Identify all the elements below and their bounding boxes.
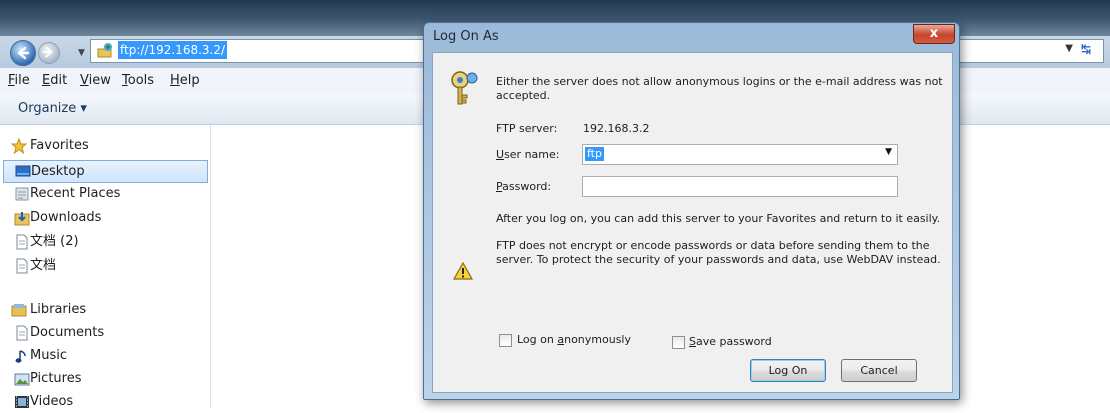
downloads-icon — [14, 212, 30, 226]
message-line-1: Either the server does not allow anonymo… — [496, 75, 943, 88]
dialog-title: Log On As — [433, 29, 499, 44]
warning-icon — [453, 262, 473, 280]
nav-recent-places-label: Recent Places — [30, 186, 121, 201]
nav-doc-2[interactable]: 文档 (2) — [0, 231, 208, 253]
anonymous-label-post: nonymously — [564, 333, 631, 346]
warning-line-2: server. To protect the security of your … — [496, 253, 941, 266]
refresh-icon[interactable]: ↹ — [1081, 42, 1099, 58]
nav-desktop-label: Desktop — [31, 164, 85, 179]
menu-view-label: iew — [88, 73, 111, 88]
menu-view[interactable]: View — [80, 73, 111, 88]
close-icon: x — [929, 26, 939, 41]
ftp-server-value: 192.168.3.2 — [583, 122, 650, 135]
address-text[interactable]: ftp://192.168.3.2/ — [118, 41, 228, 59]
back-arrow-icon — [17, 46, 30, 60]
menu-edit-label: dit — [50, 73, 68, 88]
navigation-pane: Favorites Desktop Recent Places Download… — [0, 125, 211, 409]
menu-help[interactable]: Help — [170, 73, 200, 88]
info-text: After you log on, you can add this serve… — [496, 212, 941, 225]
organize-button[interactable]: Organize ▾ — [18, 101, 87, 116]
pictures-icon — [14, 373, 30, 386]
nav-music[interactable]: Music — [0, 345, 208, 367]
save-password-checkbox[interactable] — [672, 336, 685, 349]
nav-pictures-label: Pictures — [30, 371, 82, 386]
close-button[interactable]: x — [913, 24, 955, 44]
menu-help-label: elp — [179, 73, 200, 88]
music-icon — [15, 350, 26, 363]
nav-pictures[interactable]: Pictures — [0, 368, 208, 390]
menu-file[interactable]: File — [8, 73, 30, 88]
password-label: Password: — [496, 180, 551, 194]
save-password-label[interactable]: Save password — [689, 335, 772, 349]
libraries-icon — [11, 304, 27, 317]
nav-downloads-label: Downloads — [30, 210, 102, 225]
back-button[interactable] — [10, 40, 36, 66]
menu-view-key: V — [80, 73, 89, 88]
nav-desktop[interactable]: Desktop — [3, 160, 208, 183]
username-label-text: ser name: — [504, 148, 560, 161]
nav-videos-label: Videos — [30, 394, 74, 409]
address-dropdown-icon[interactable]: ▼ — [1065, 43, 1073, 54]
username-combobox[interactable]: ftp ▼ — [582, 144, 898, 165]
log-on-button[interactable]: Log On — [750, 359, 826, 382]
ftp-folder-icon — [97, 43, 112, 58]
menu-edit-key: E — [42, 73, 51, 88]
anonymous-checkbox-label[interactable]: Log on anonymously — [517, 333, 631, 347]
anonymous-checkbox[interactable] — [499, 334, 512, 347]
warning-line-1: FTP does not encrypt or encode passwords… — [496, 239, 930, 252]
nav-favorites-label: Favorites — [30, 138, 89, 153]
message-line-2: accepted. — [496, 89, 551, 102]
nav-documents[interactable]: Documents — [0, 322, 208, 344]
anonymous-label-pre: Log on — [517, 333, 558, 346]
nav-libraries-label: Libraries — [30, 302, 87, 317]
nav-libraries[interactable]: Libraries — [0, 299, 208, 321]
desktop-icon — [15, 165, 31, 177]
menu-tools[interactable]: Tools — [122, 73, 154, 88]
key-icon — [451, 71, 478, 105]
document-icon — [16, 325, 28, 341]
menu-tools-label: ools — [127, 73, 155, 88]
username-label: User name: — [496, 148, 559, 162]
chevron-down-icon[interactable]: ▼ — [885, 147, 892, 157]
password-field[interactable] — [582, 176, 898, 197]
username-value[interactable]: ftp — [585, 147, 604, 161]
menu-file-label: ile — [14, 73, 30, 88]
recent-places-icon — [15, 187, 29, 201]
forward-button[interactable] — [38, 42, 60, 64]
nav-doc[interactable]: 文档 — [0, 255, 208, 277]
menu-help-key: H — [170, 73, 180, 88]
username-label-key: U — [496, 148, 505, 161]
save-password-label-post: ave password — [695, 335, 772, 348]
cancel-button[interactable]: Cancel — [841, 359, 917, 382]
nav-videos[interactable]: Videos — [0, 391, 208, 413]
save-password-label-key: S — [689, 335, 696, 348]
nav-downloads[interactable]: Downloads — [0, 207, 208, 229]
dialog-body: Either the server does not allow anonymo… — [432, 52, 953, 393]
document-icon — [16, 258, 28, 274]
nav-documents-label: Documents — [30, 325, 105, 340]
document-icon — [16, 234, 28, 250]
menu-edit[interactable]: Edit — [42, 73, 67, 88]
nav-doc-label: 文档 — [30, 258, 57, 273]
nav-recent-places[interactable]: Recent Places — [0, 183, 208, 205]
nav-doc-2-label: 文档 (2) — [30, 234, 79, 249]
ftp-server-label: FTP server: — [496, 122, 558, 135]
nav-favorites[interactable]: Favorites — [0, 135, 208, 157]
password-label-text: assword: — [502, 180, 552, 193]
star-icon — [11, 138, 27, 154]
forward-arrow-icon — [42, 46, 53, 58]
nav-music-label: Music — [30, 348, 67, 363]
history-dropdown-icon[interactable]: ▼ — [78, 48, 85, 58]
log-on-as-dialog: Log On As x Either the server does not a… — [423, 22, 960, 400]
